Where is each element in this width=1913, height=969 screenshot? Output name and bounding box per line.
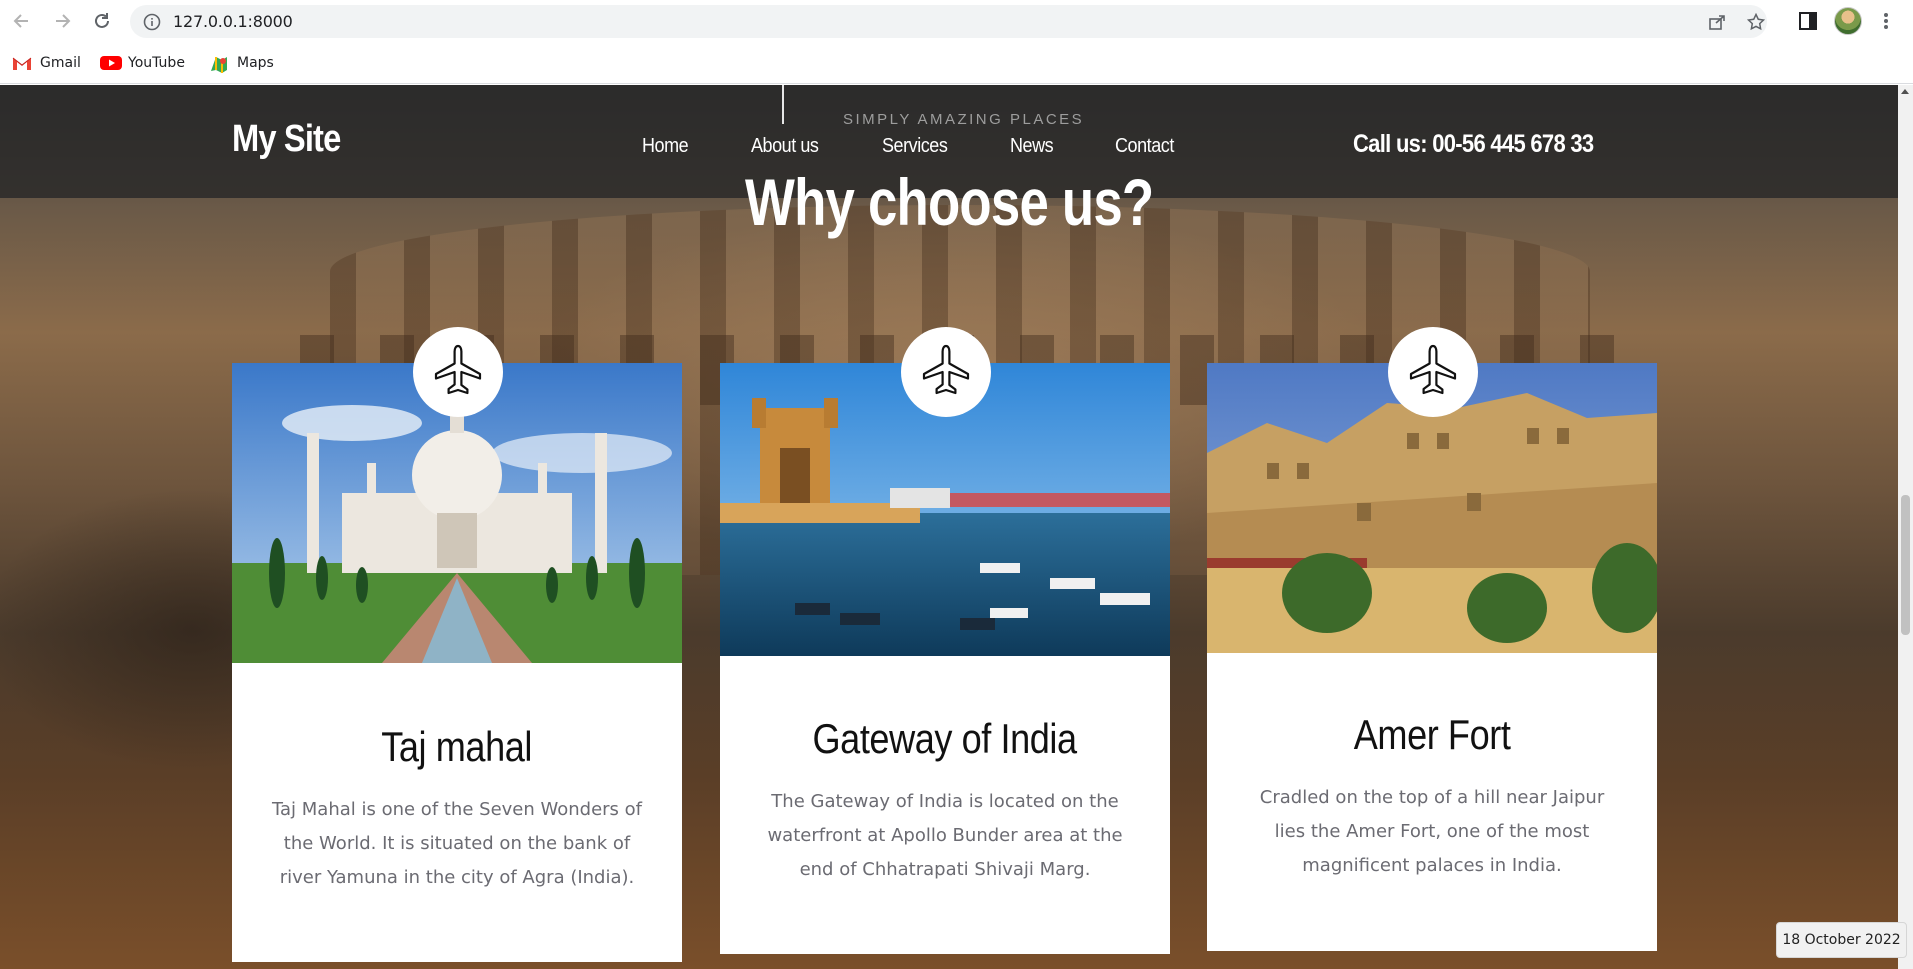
scrollbar-thumb[interactable] bbox=[1901, 495, 1910, 635]
site-logo[interactable]: My Site bbox=[232, 118, 341, 161]
scroll-up-arrow-icon[interactable] bbox=[1901, 89, 1909, 94]
card-title: Gateway of India bbox=[812, 715, 1078, 762]
bookmark-maps[interactable]: Maps bbox=[209, 52, 274, 74]
card-title: Amer Fort bbox=[1353, 711, 1511, 758]
nav-about-us[interactable]: About us bbox=[751, 135, 819, 158]
phone-number[interactable]: Call us: 00-56 445 678 33 bbox=[1353, 130, 1594, 159]
bookmarks-bar: Gmail YouTube Maps bbox=[0, 42, 1913, 84]
share-icon[interactable] bbox=[1708, 13, 1726, 31]
browser-toolbar: 127.0.0.1:8000 bbox=[0, 0, 1913, 42]
bookmark-label: Maps bbox=[237, 55, 274, 71]
nav-services[interactable]: Services bbox=[882, 135, 948, 158]
nav-news[interactable]: News bbox=[1010, 135, 1054, 158]
card-amer-fort[interactable]: Amer Fort Cradled on the top of a hill n… bbox=[1207, 327, 1657, 951]
card-taj-mahal[interactable]: Taj mahal Taj Mahal is one of the Seven … bbox=[232, 327, 682, 962]
airplane-icon bbox=[1405, 342, 1461, 403]
airplane-icon bbox=[918, 342, 974, 403]
page-scrollbar[interactable] bbox=[1898, 85, 1913, 969]
address-bar[interactable]: 127.0.0.1:8000 bbox=[130, 5, 1767, 38]
reload-icon[interactable] bbox=[90, 9, 114, 33]
card-badge bbox=[1388, 327, 1478, 417]
page-viewport: My Site SIMPLY AMAZING PLACES Home About… bbox=[0, 85, 1913, 969]
site-tagline: SIMPLY AMAZING PLACES bbox=[843, 111, 1085, 128]
bookmark-label: Gmail bbox=[40, 55, 81, 71]
card-description: Cradled on the top of a hill near Jaipur… bbox=[1259, 787, 1605, 876]
back-icon[interactable] bbox=[10, 9, 34, 33]
card-description: Taj Mahal is one of the Seven Wonders of… bbox=[272, 799, 643, 888]
url-text[interactable]: 127.0.0.1:8000 bbox=[173, 12, 293, 31]
bookmark-label: YouTube bbox=[128, 55, 185, 71]
more-menu-icon[interactable] bbox=[1882, 10, 1890, 32]
gmail-icon bbox=[12, 55, 32, 71]
bookmark-youtube[interactable]: YouTube bbox=[100, 52, 185, 74]
taskbar-date: 18 October 2022 bbox=[1776, 922, 1907, 958]
profile-avatar[interactable] bbox=[1834, 7, 1862, 35]
side-panel-icon[interactable] bbox=[1797, 10, 1819, 32]
nav-contact[interactable]: Contact bbox=[1115, 135, 1174, 158]
site-info-icon[interactable] bbox=[143, 13, 161, 31]
tagline-divider bbox=[782, 85, 784, 124]
forward-icon[interactable] bbox=[50, 9, 74, 33]
card-description: The Gateway of India is located on the w… bbox=[767, 791, 1123, 880]
bookmark-star-icon[interactable] bbox=[1746, 12, 1766, 31]
card-title: Taj mahal bbox=[381, 723, 533, 770]
section-title: Why choose us? bbox=[744, 165, 1154, 239]
bookmark-gmail[interactable]: Gmail bbox=[12, 52, 81, 74]
nav-home[interactable]: Home bbox=[642, 135, 689, 158]
card-gateway-of-india[interactable]: Gateway of India The Gateway of India is… bbox=[720, 327, 1170, 954]
card-badge bbox=[901, 327, 991, 417]
youtube-icon bbox=[100, 55, 122, 71]
airplane-icon bbox=[430, 342, 486, 403]
card-badge bbox=[413, 327, 503, 417]
maps-icon bbox=[209, 55, 229, 73]
